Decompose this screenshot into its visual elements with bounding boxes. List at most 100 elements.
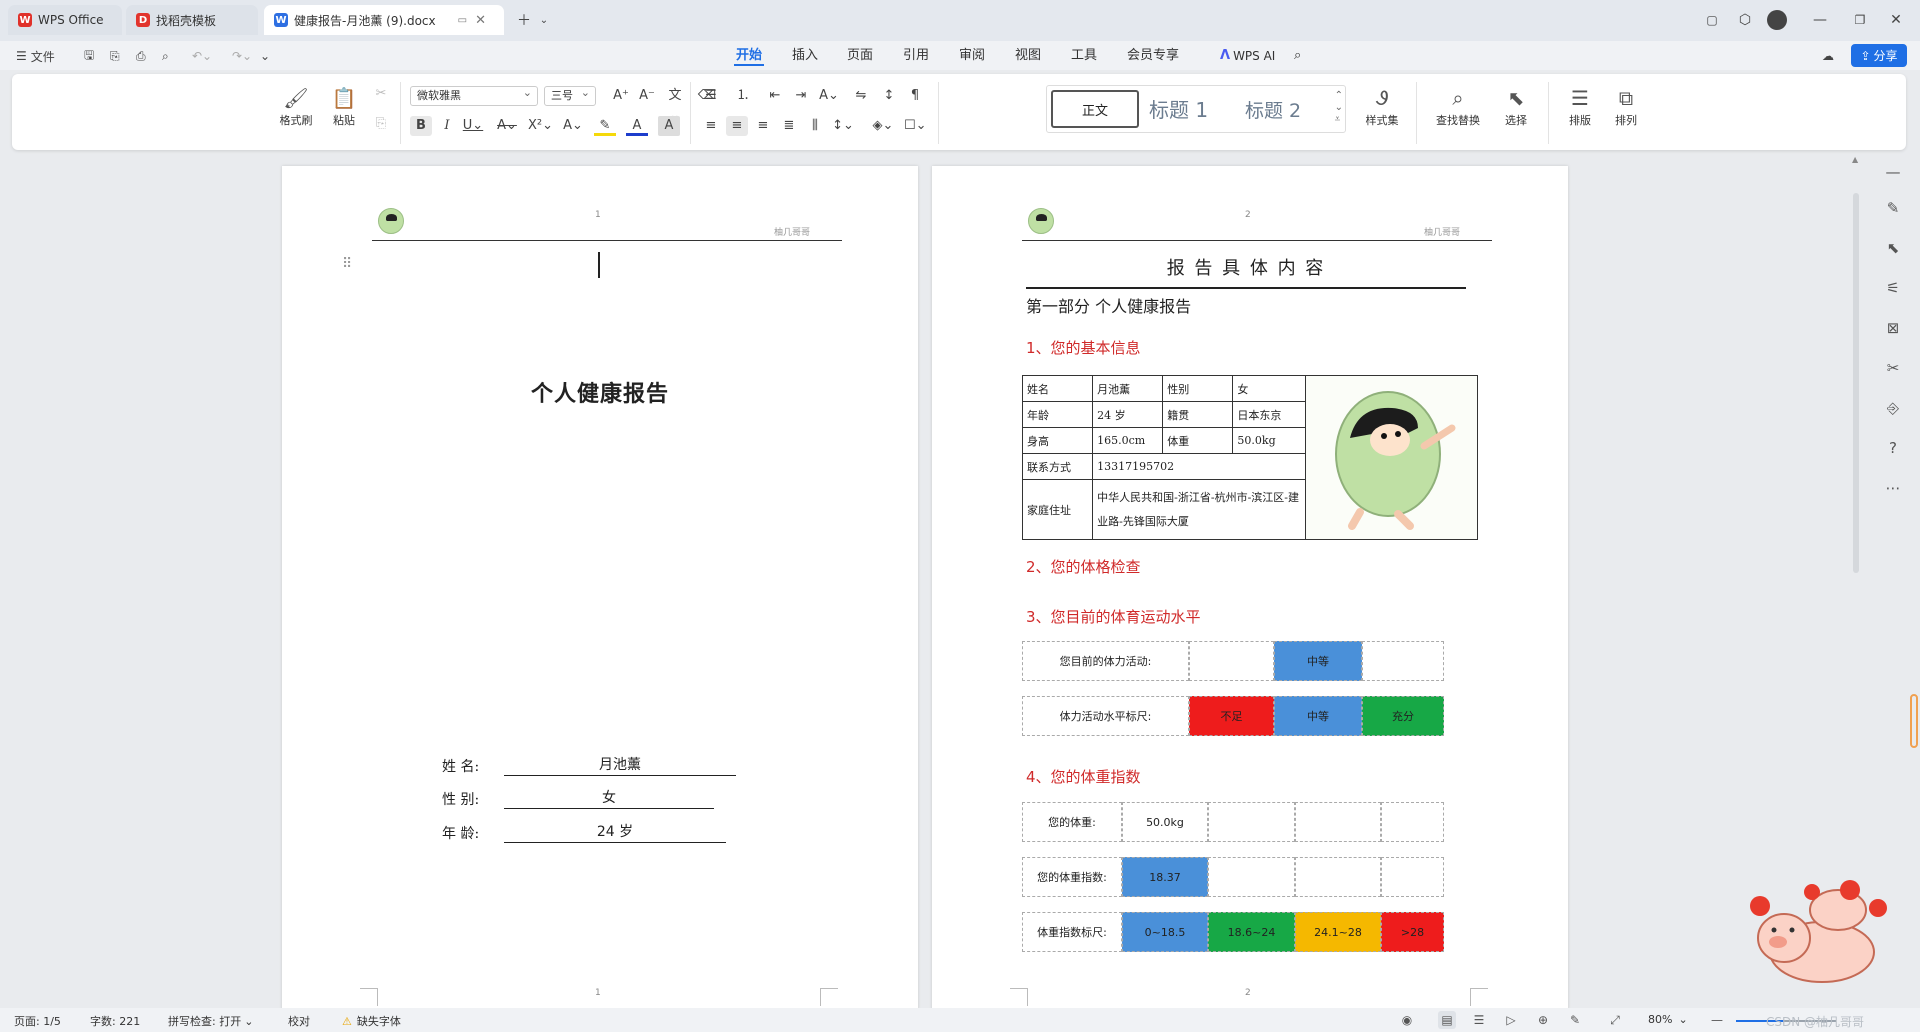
page-navigator-handle[interactable] [1910,694,1918,748]
restore-icon[interactable]: ❐ [1848,8,1872,32]
menu-reference[interactable]: 引用 [901,46,931,66]
spell-check-toggle[interactable]: 拼写检查: 打开 ⌄ [168,1013,253,1029]
fit-page-icon[interactable]: ⤢ [1606,1011,1624,1029]
superscript-icon[interactable]: X²⌄ [528,116,553,136]
cube-icon[interactable]: ⬡ [1733,8,1757,32]
indent-icon[interactable]: ⇥ [790,86,812,106]
menu-review[interactable]: 审阅 [957,46,987,66]
redo-icon[interactable]: ↷⌄ [232,47,252,65]
menu-insert[interactable]: 插入 [790,46,820,66]
eye-icon[interactable]: ◉ [1398,1011,1416,1029]
scroll-thumb[interactable] [1853,193,1859,573]
menu-membership[interactable]: 会员专享 [1125,46,1181,66]
play-icon[interactable]: ▷ [1502,1011,1520,1029]
char-shading-icon[interactable]: A [658,116,680,136]
show-marks-icon[interactable]: ¶ [904,86,926,106]
close-tab-icon[interactable]: ✕ [475,13,486,28]
export-icon[interactable]: ⎘ [110,47,120,65]
undo-icon[interactable]: ↶⌄ [192,47,212,65]
align-left-icon[interactable]: ≡ [700,116,722,136]
missing-font-button[interactable]: ⚠ 缺失字体 [342,1013,401,1029]
print-preview-icon[interactable]: ⌕ [162,47,169,65]
menu-home[interactable]: 开始 [734,46,765,66]
line-spacing-icon[interactable]: ↕⌄ [832,116,854,136]
document-page-1[interactable]: 1 柚几哥哥 ⠿ 个人健康报告 姓 名: 月池薰 性 别: 女 年 龄: 24 … [282,166,918,1010]
italic-icon[interactable]: I [436,116,458,136]
drag-handle-icon[interactable]: ⠿ [342,256,352,272]
outline-view-icon[interactable]: ☰ [1470,1011,1488,1029]
more-chevron-icon[interactable]: ⌄ [260,47,270,65]
text-direction-icon[interactable]: A⌄ [818,86,840,106]
pen-icon[interactable]: ✎ [1872,196,1914,220]
pen-mode-icon[interactable]: ✎ [1566,1011,1584,1029]
adjust-icon[interactable]: ⚟ [1872,276,1914,300]
shading-icon[interactable]: ◈⌄ [872,116,894,136]
sort-icon[interactable]: ↕ [878,86,900,106]
menu-tools[interactable]: 工具 [1069,46,1099,66]
avatar[interactable] [1765,8,1789,32]
share-panel-icon[interactable]: ⎆ [1872,396,1914,420]
strikethrough-icon[interactable]: A⌄ [496,116,518,136]
underline-icon[interactable]: U⌄ [462,116,484,136]
vertical-scrollbar[interactable]: ▲ [1852,155,1860,825]
text-effect-icon[interactable]: A⌄ [562,116,584,136]
scroll-up-icon[interactable]: ▲ [1852,155,1858,164]
border-icon[interactable]: ☐⌄ [904,116,927,136]
minimize-icon[interactable]: — [1808,8,1832,32]
menu-page[interactable]: 页面 [845,46,875,66]
justify-icon[interactable]: ≣ [778,116,800,136]
zoom-out-icon[interactable]: — [1708,1011,1726,1029]
tab-docer[interactable]: D 找稻壳模板 [126,5,258,35]
word-count[interactable]: 字数: 221 [90,1013,140,1029]
window-layout-icon[interactable]: ▢ [1700,8,1724,32]
highlight-icon[interactable]: ✎ [594,116,616,136]
phonetic-icon[interactable]: 文⌄ [664,86,686,123]
distribute-icon[interactable]: ⫼ [804,116,826,136]
line-break-icon[interactable]: ⇋ [850,86,872,106]
tab-wps-office[interactable]: W WPS Office [8,5,122,35]
bullet-list-icon[interactable]: ☰ [700,86,722,106]
numbered-list-icon[interactable]: ⒈ [732,86,754,106]
help-icon[interactable]: ? [1872,436,1914,460]
cursor-select-icon[interactable]: ⬉ [1872,236,1914,260]
image-edit-icon[interactable]: ⊠ [1872,316,1914,340]
zoom-select[interactable]: 80% ⌄ [1648,1013,1688,1026]
menu-wps-ai[interactable]: ᐱ WPS AI [1218,46,1277,66]
tab-document[interactable]: W 健康报告-月池薰 (9).docx ▭ ✕ [264,5,504,35]
style-scroll-icon[interactable]: ⌃ ⌄ ⩡ [1335,90,1343,126]
align-center-icon[interactable]: ≡ [726,116,748,136]
file-menu[interactable]: ☰ 文件 [16,47,55,65]
tab-list-chevron-icon[interactable]: ⌄ [532,8,556,32]
pin-icon[interactable]: ▭ [458,15,467,26]
select-button[interactable]: ⬉ 选择 [1494,84,1538,128]
print-icon[interactable]: ⎙ [136,47,146,65]
share-button[interactable]: ⇪ 分享 [1851,44,1907,67]
style-set-button[interactable]: Ꮽ 样式集 [1354,84,1410,128]
font-name-select[interactable]: 微软雅黑 [410,84,538,106]
format-painter-button[interactable]: 🖌 格式刷 [274,84,318,128]
align-right-icon[interactable]: ≡ [752,116,774,136]
page-indicator[interactable]: 页面: 1/5 [14,1013,61,1029]
bold-icon[interactable]: B [410,116,432,136]
font-size-select[interactable]: 三号 [544,84,596,106]
menu-view[interactable]: 视图 [1013,46,1043,66]
decrease-font-icon[interactable]: A⁻ [636,86,658,106]
increase-font-icon[interactable]: A⁺ [610,86,632,106]
collapse-icon[interactable]: — [1872,160,1914,184]
copy-icon[interactable]: ⎘ [370,114,392,134]
proofread-button[interactable]: 校对 [288,1013,310,1029]
more-icon[interactable]: ⋯ [1872,476,1914,500]
cut-icon[interactable]: ✂ [370,84,392,104]
search-icon[interactable]: ⌕ [1292,46,1303,66]
font-color-icon[interactable]: A [626,116,648,136]
style-normal[interactable]: 正文 [1051,90,1139,128]
close-window-icon[interactable]: ✕ [1884,8,1908,32]
save-icon[interactable]: 🖫 [84,47,94,65]
layout-button[interactable]: ☰ 排版 [1558,84,1602,128]
cloud-icon[interactable]: ☁ [1822,47,1834,65]
tools-icon[interactable]: ✂ [1872,356,1914,380]
style-heading-1[interactable]: 标题 1 [1149,94,1208,123]
web-view-icon[interactable]: ⊕ [1534,1011,1552,1029]
find-replace-button[interactable]: ⌕ 查找替换 [1426,84,1490,128]
outdent-icon[interactable]: ⇤ [764,86,786,106]
